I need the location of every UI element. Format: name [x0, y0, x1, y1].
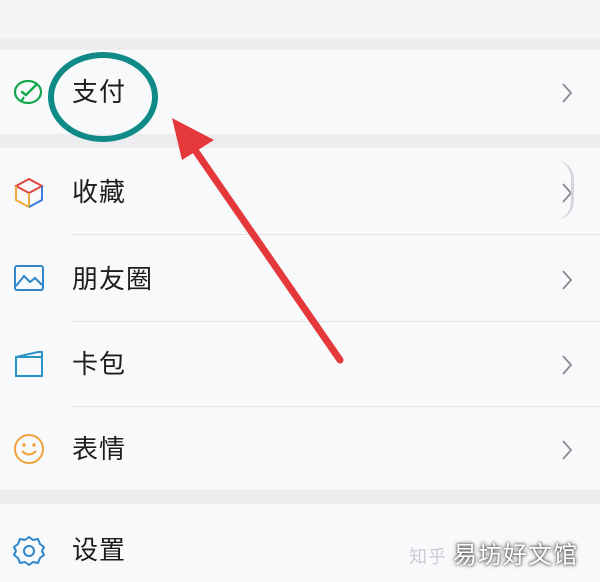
- watermark-text: 易坊好文馆: [453, 541, 578, 569]
- section-gap: [0, 38, 600, 50]
- section-gap: [0, 134, 600, 148]
- card-wallet-icon: [12, 348, 46, 382]
- menu-item-label: 朋友圈: [72, 265, 154, 295]
- menu-item-card-wallet[interactable]: 卡包: [0, 322, 600, 406]
- chevron-right-icon: [560, 439, 574, 461]
- wechat-pay-icon: [12, 76, 46, 110]
- moments-photo-icon: [12, 261, 46, 295]
- menu-item-label: 设置: [72, 536, 127, 566]
- menu-item-moments[interactable]: 朋友圈: [0, 235, 600, 321]
- settings-gear-icon: [12, 534, 46, 568]
- section-gap: [0, 0, 600, 38]
- chevron-right-icon: [560, 354, 574, 376]
- menu-item-stickers[interactable]: 表情: [0, 407, 600, 490]
- menu-item-favorites[interactable]: 收藏: [0, 148, 600, 234]
- section-gap: [0, 490, 600, 504]
- watermark: 知乎 易坊好文馆: [409, 535, 578, 570]
- menu-item-label: 表情: [72, 435, 127, 465]
- chevron-right-icon: [560, 82, 574, 104]
- watermark-faint-text: 知乎: [409, 547, 447, 568]
- favorites-cube-icon: [12, 176, 46, 210]
- menu-item-label: 收藏: [72, 178, 127, 208]
- menu-item-label: 卡包: [72, 350, 127, 380]
- menu-item-pay[interactable]: 支付: [0, 50, 600, 134]
- menu-item-label: 支付: [72, 78, 127, 108]
- scroll-indicator: [555, 160, 574, 220]
- chevron-right-icon: [560, 269, 574, 291]
- emoji-smile-icon: [12, 432, 46, 466]
